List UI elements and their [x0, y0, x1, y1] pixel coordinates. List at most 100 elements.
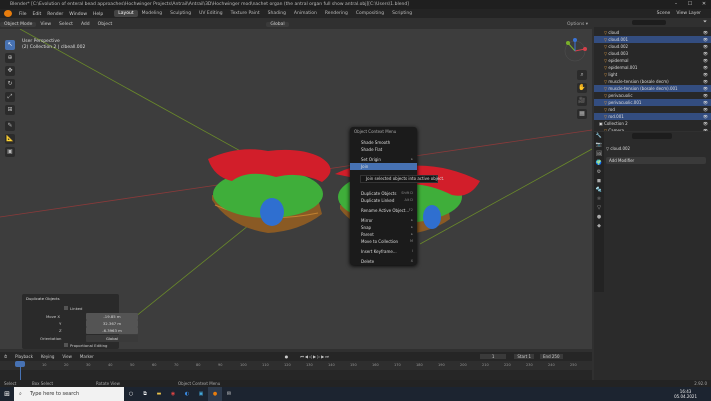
- redo-panel-title[interactable]: Duplicate Objects: [26, 296, 60, 301]
- outliner-row[interactable]: ▽ cloud.002 👁: [594, 43, 711, 50]
- visibility-eye-icon[interactable]: 👁: [703, 71, 708, 78]
- workspace-tab-sculpting[interactable]: Sculpting: [166, 10, 195, 17]
- visibility-eye-icon[interactable]: 👁: [703, 99, 708, 106]
- scale-tool-icon[interactable]: ⤢: [5, 92, 15, 102]
- context-menu-item-parent[interactable]: Parent ▸: [350, 231, 417, 238]
- cortana-icon[interactable]: ○: [124, 387, 138, 401]
- measure-tool-icon[interactable]: 📐: [5, 134, 15, 144]
- menu-help[interactable]: Help: [90, 12, 106, 17]
- workspace-tab-scripting[interactable]: Scripting: [388, 10, 416, 17]
- file-explorer-icon[interactable]: ▬: [152, 387, 166, 401]
- view-menu[interactable]: View: [58, 354, 76, 359]
- context-menu-item-mirror[interactable]: Mirror ▸: [350, 217, 417, 224]
- workspace-tab-layout[interactable]: Layout: [114, 10, 138, 17]
- viewport-menu-select[interactable]: Select: [55, 22, 77, 27]
- outliner-row[interactable]: ▽ Camera 👁: [594, 127, 711, 131]
- ortho-toggle-icon[interactable]: ▦: [577, 109, 587, 119]
- blender-logo-icon[interactable]: [4, 10, 12, 17]
- workspace-tab-texture-paint[interactable]: Texture Paint: [227, 10, 264, 17]
- outliner-row[interactable]: ▽ muscle-tension (bosale decm) 👁: [594, 78, 711, 85]
- visibility-eye-icon[interactable]: 👁: [703, 127, 708, 131]
- viewport-menu-add[interactable]: Add: [77, 22, 94, 27]
- transform-tool-icon[interactable]: ⊞: [5, 105, 15, 115]
- marker-menu[interactable]: Marker: [76, 354, 98, 359]
- start-frame-field[interactable]: Start 1: [514, 354, 534, 359]
- store-icon[interactable]: ▣: [194, 387, 208, 401]
- workspace-tab-rendering[interactable]: Rendering: [321, 10, 352, 17]
- context-menu-item-shade-smooth[interactable]: Shade Smooth: [350, 139, 417, 146]
- add-modifier-button[interactable]: Add Modifier: [606, 157, 706, 164]
- menu-window[interactable]: Window: [66, 12, 90, 17]
- context-menu-item-set-origin[interactable]: Set Origin ▸: [350, 156, 417, 163]
- visibility-eye-icon[interactable]: 👁: [703, 29, 708, 36]
- menu-render[interactable]: Render: [44, 12, 66, 17]
- end-frame-field[interactable]: End 250: [540, 354, 563, 359]
- visibility-eye-icon[interactable]: 👁: [703, 106, 708, 113]
- keying-menu[interactable]: Keying: [37, 354, 58, 359]
- outliner-row[interactable]: ▽ perivacuolic 👁: [594, 92, 711, 99]
- zoom-icon[interactable]: ⌕: [577, 70, 587, 80]
- proportional-editing-checkbox[interactable]: Proportional Editing: [64, 343, 107, 348]
- add-cube-tool-icon[interactable]: ▣: [5, 147, 15, 157]
- outliner-row[interactable]: ▽ epidermal.001 👁: [594, 64, 711, 71]
- close-icon[interactable]: ✕: [697, 0, 711, 9]
- visibility-eye-icon[interactable]: 👁: [703, 36, 708, 43]
- mode-selector[interactable]: Object Mode: [0, 21, 37, 27]
- windows-start-icon[interactable]: ⊞: [0, 387, 14, 401]
- context-menu-item-delete[interactable]: Delete X: [350, 258, 417, 265]
- viewport-menu-object[interactable]: Object: [94, 22, 117, 27]
- visibility-eye-icon[interactable]: 👁: [703, 50, 708, 57]
- visibility-eye-icon[interactable]: 👁: [703, 43, 708, 50]
- minimize-icon[interactable]: –: [669, 0, 683, 9]
- workspace-tab-animation[interactable]: Animation: [290, 10, 321, 17]
- workspace-tab-shading[interactable]: Shading: [264, 10, 290, 17]
- timeline-ruler[interactable]: 0102030405060708090100110120130140150160…: [0, 361, 592, 370]
- context-menu-item-move-to-collection[interactable]: Move to Collection M: [350, 238, 417, 245]
- move-z-field[interactable]: -6.3963 m: [86, 327, 138, 334]
- rotate-tool-icon[interactable]: ↻: [5, 79, 15, 89]
- outliner-row[interactable]: ▽ perivacuolic.001 👁: [594, 99, 711, 106]
- workspace-tab-modeling[interactable]: Modeling: [138, 10, 166, 17]
- context-menu-item-rename-active-object[interactable]: Rename Active Object... F2: [350, 207, 417, 214]
- context-menu-item-insert-keyframe[interactable]: Insert Keyframe... I: [350, 248, 417, 255]
- mail-icon[interactable]: ✉: [222, 387, 236, 401]
- visibility-eye-icon[interactable]: 👁: [703, 92, 708, 99]
- move-tool-icon[interactable]: ✥: [5, 66, 15, 76]
- outliner-row[interactable]: ▣ Collection 2 👁: [594, 120, 711, 127]
- pan-icon[interactable]: ✋: [577, 83, 587, 93]
- select-tool-icon[interactable]: ↖: [5, 40, 15, 50]
- move-y-field[interactable]: 32.367 m: [86, 320, 138, 327]
- filter-icon[interactable]: ⏷: [703, 19, 707, 25]
- view-layer-selector[interactable]: View Layer: [676, 11, 711, 16]
- edge-icon[interactable]: ◐: [180, 387, 194, 401]
- menu-edit[interactable]: Edit: [30, 12, 45, 17]
- visibility-eye-icon[interactable]: 👁: [703, 113, 708, 120]
- outliner-row[interactable]: ▽ light 👁: [594, 71, 711, 78]
- visibility-eye-icon[interactable]: 👁: [703, 64, 708, 71]
- viewport-menu-view[interactable]: View: [36, 22, 55, 27]
- context-menu-item-join[interactable]: Join: [350, 163, 417, 170]
- outliner-row[interactable]: ▽ cloud.003 👁: [594, 50, 711, 57]
- visibility-eye-icon[interactable]: 👁: [703, 57, 708, 64]
- workspace-tab-uv-editing[interactable]: UV Editing: [195, 10, 226, 17]
- context-menu-item-shade-flat[interactable]: Shade Flat: [350, 146, 417, 153]
- visibility-eye-icon[interactable]: 👁: [703, 85, 708, 92]
- scene-selector[interactable]: Scene: [657, 11, 677, 16]
- record-icon[interactable]: ●: [283, 354, 291, 359]
- move-x-field[interactable]: -19.85 m: [86, 313, 138, 320]
- outliner-row[interactable]: ▽ rod 👁: [594, 106, 711, 113]
- context-menu-item-duplicate-objects[interactable]: Duplicate Objects Shift D: [350, 190, 417, 197]
- blender-taskbar-icon[interactable]: ●: [208, 387, 222, 401]
- workspace-tab-compositing[interactable]: Compositing: [352, 10, 388, 17]
- current-frame-field[interactable]: 1: [479, 354, 507, 359]
- task-view-icon[interactable]: ⧉: [138, 387, 152, 401]
- menu-file[interactable]: File: [16, 12, 30, 17]
- outliner-row[interactable]: ▽ epidermal 👁: [594, 57, 711, 64]
- context-menu-item-snap[interactable]: Snap ▸: [350, 224, 417, 231]
- outliner-row[interactable]: ▽ cloud 👁: [594, 29, 711, 36]
- outliner-row[interactable]: ▽ muscle-tension (bosale decm).001 👁: [594, 85, 711, 92]
- outliner-row[interactable]: ▽ rod.001 👁: [594, 113, 711, 120]
- clock[interactable]: 16:43 05.04.2021: [674, 389, 711, 399]
- orientation-select[interactable]: Global: [86, 335, 138, 342]
- playback-menu[interactable]: Playback: [11, 354, 37, 359]
